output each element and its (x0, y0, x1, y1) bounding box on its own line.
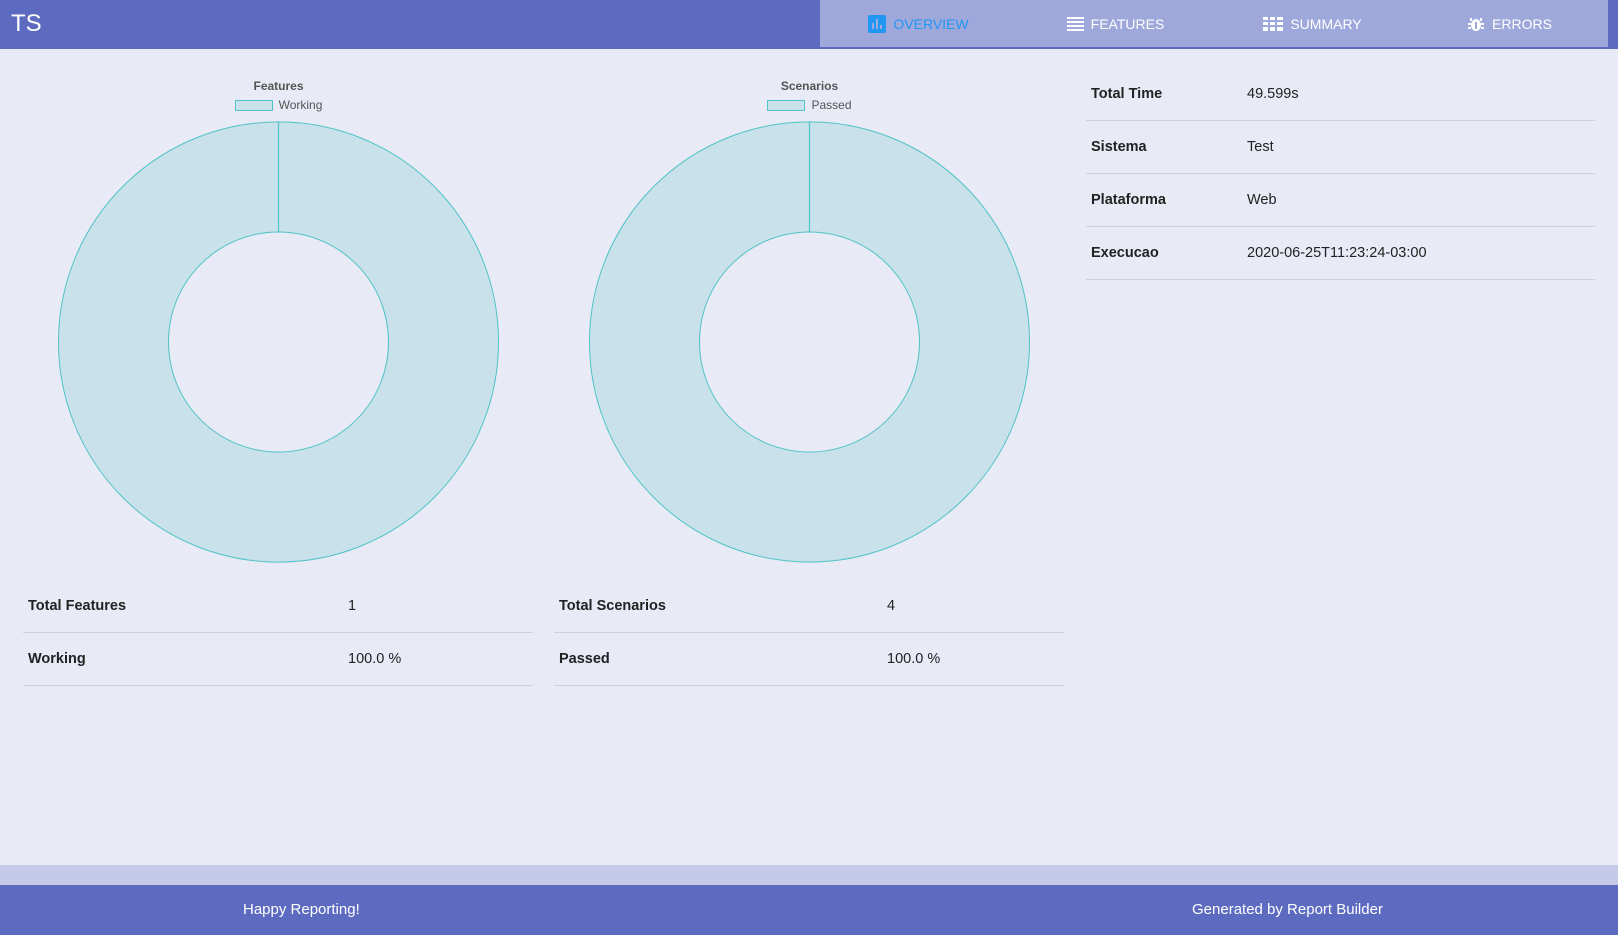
scenarios-chart: Scenarios Passed (544, 62, 1075, 566)
table-icon (1263, 16, 1284, 31)
tab-overview-label: OVERVIEW (893, 15, 969, 32)
meta-value: 49.599s (1247, 86, 1299, 102)
footer-band (0, 865, 1618, 885)
tab-features-label: FEATURES (1090, 15, 1165, 32)
stat-label: Passed (559, 651, 610, 667)
legend-swatch (234, 99, 273, 111)
features-chart: Features Working (13, 62, 544, 566)
stat-label: Total Features (28, 598, 127, 614)
legend-label: Passed (811, 98, 852, 112)
stat-value: 100.0 % (887, 651, 941, 667)
stat-row-total-scenarios: Total Scenarios 4 (554, 580, 1064, 633)
top-app-bar: TS OVERVIEW FEATURES SUMMARY ERRORS (0, 0, 1618, 49)
meta-value: Test (1247, 139, 1274, 155)
page-footer: Happy Reporting! Generated by Report Bui… (0, 885, 1618, 935)
metadata-table: Total Time 49.599s Sistema Test Platafor… (1086, 68, 1595, 280)
scenarios-donut[interactable] (544, 118, 1075, 566)
footer-right-text: Generated by Report Builder (1192, 901, 1383, 918)
meta-label: Sistema (1091, 139, 1147, 155)
meta-value: Web (1247, 192, 1277, 208)
stat-row-total-features: Total Features 1 (23, 580, 533, 633)
stat-row-passed: Passed 100.0 % (554, 633, 1064, 686)
stat-label: Total Scenarios (559, 598, 666, 614)
meta-label: Plataforma (1091, 192, 1166, 208)
stat-value: 100.0 % (348, 651, 402, 667)
meta-label: Total Time (1091, 86, 1163, 102)
meta-label: Execucao (1091, 245, 1159, 261)
meta-value: 2020-06-25T11:23:24-03:00 (1247, 245, 1427, 261)
stat-value: 1 (348, 598, 357, 614)
features-stats: Total Features 1 Working 100.0 % (23, 580, 533, 686)
bug-icon (1467, 15, 1485, 33)
tab-summary[interactable]: SUMMARY (1214, 0, 1411, 47)
meta-row-execucao: Execucao 2020-06-25T11:23:24-03:00 (1086, 227, 1595, 280)
app-brand[interactable]: TS (11, 9, 42, 39)
tab-overview[interactable]: OVERVIEW (820, 0, 1017, 47)
tab-errors-label: ERRORS (1492, 15, 1552, 32)
meta-row-plataforma: Plataforma Web (1086, 174, 1595, 227)
meta-row-total-time: Total Time 49.599s (1086, 68, 1595, 121)
list-icon (1066, 16, 1084, 31)
meta-row-sistema: Sistema Test (1086, 121, 1595, 174)
nav-tabs: OVERVIEW FEATURES SUMMARY ERRORS (820, 0, 1608, 47)
scenarios-stats: Total Scenarios 4 Passed 100.0 % (554, 580, 1064, 686)
stat-label: Working (28, 651, 86, 667)
stat-value: 4 (887, 598, 896, 614)
stat-row-working: Working 100.0 % (23, 633, 533, 686)
legend-label: Working (278, 98, 323, 112)
features-chart-legend[interactable]: Working (13, 96, 544, 114)
tab-summary-label: SUMMARY (1290, 15, 1362, 32)
donut-slice-working[interactable] (57, 121, 500, 563)
donut-slice-passed[interactable] (588, 121, 1031, 563)
legend-swatch (767, 99, 806, 111)
tab-errors[interactable]: ERRORS (1411, 0, 1608, 47)
bar-chart-icon (868, 14, 887, 33)
footer-left-text: Happy Reporting! (243, 901, 360, 918)
features-donut[interactable] (13, 118, 544, 566)
tab-features[interactable]: FEATURES (1017, 0, 1214, 47)
